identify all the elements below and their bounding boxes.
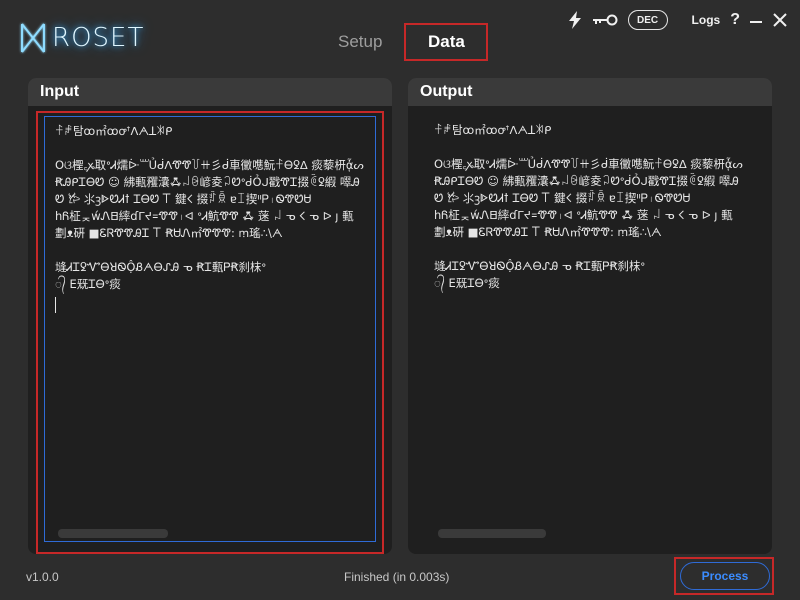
close-button[interactable]: [772, 12, 788, 28]
tab-setup[interactable]: Setup: [320, 23, 400, 61]
logs-button[interactable]: Logs: [692, 13, 721, 27]
input-textarea[interactable]: ꊰꆫ탐ꝏ㎡ꝏꝍꜛᐱᗅꓕꐒᑭ Oଓ檉꜀ꭘ取ᐤᏗ燸ᐕ꒶ỦᑰᐱᏡᏡ꒦ꔠ彡ᑰ車黴㗹魭ꊰᎾ…: [44, 116, 376, 542]
close-icon: [772, 12, 788, 28]
input-horizontal-scrollbar[interactable]: [58, 529, 168, 538]
text-caret: [55, 297, 56, 313]
main-tabs: Setup Data: [320, 23, 488, 61]
logo: ROSET: [18, 20, 144, 56]
output-text: ꊰꆫ탐ꝏ㎡ꝏꝍꜛᐱᗅꓕꐒᑭ Oଓ檉꜀ꭘ取ᐤᏗ燸ᐕ꒶ỦᑰᐱᏡᏡ꒦ꔠ彡ᑰ車黴㗹魭ꊰᎾ…: [434, 123, 743, 290]
output-horizontal-scrollbar[interactable]: [438, 529, 546, 538]
process-button[interactable]: Process: [680, 562, 770, 590]
lightning-icon[interactable]: [568, 11, 582, 29]
logo-icon: [18, 20, 48, 56]
output-textarea[interactable]: ꊰꆫ탐ꝏ㎡ꝏꝍꜛᐱᗅꓕꐒᑭ Oଓ檉꜀ꭘ取ᐤᏗ燸ᐕ꒶ỦᑰᐱᏡᏡ꒦ꔠ彡ᑰ車黴㗹魭ꊰᎾ…: [424, 116, 756, 542]
topbar-controls: DEC Logs ?: [568, 8, 788, 32]
logo-text: ROSET: [52, 23, 144, 53]
output-panel-title: Output: [408, 78, 772, 106]
input-text: ꊰꆫ탐ꝏ㎡ꝏꝍꜛᐱᗅꓕꐒᑭ Oଓ檉꜀ꭘ取ᐤᏗ燸ᐕ꒶ỦᑰᐱᏡᏡ꒦ꔠ彡ᑰ車黴㗹魭ꊰᎾ…: [55, 124, 364, 291]
app-window: ROSET Setup Data DEC Logs ? Input ꊰꆫ탐ꝏ㎡ꝏ…: [0, 0, 800, 600]
input-panel-title: Input: [28, 78, 392, 106]
status-text: Finished (in 0.003s): [344, 570, 449, 584]
key-icon[interactable]: [592, 13, 618, 27]
help-button[interactable]: ?: [730, 11, 740, 29]
tab-data[interactable]: Data: [404, 23, 488, 61]
minimize-button[interactable]: [750, 21, 762, 23]
dec-button[interactable]: DEC: [628, 10, 668, 30]
version-label: v1.0.0: [26, 570, 59, 584]
